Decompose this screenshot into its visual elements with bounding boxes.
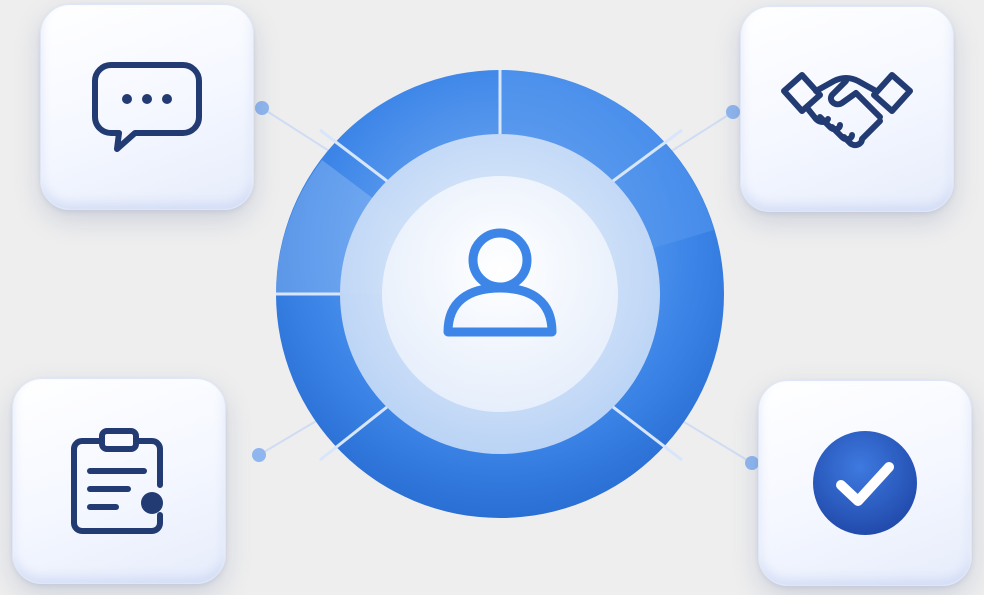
clipboard-document-icon — [71, 428, 163, 534]
chat-bubble-icon — [92, 62, 202, 152]
document-card[interactable] — [12, 378, 226, 584]
check-card[interactable] — [758, 380, 972, 586]
handshake-icon — [781, 72, 913, 149]
check-circle-icon — [813, 431, 917, 535]
connector-dot-bottom-right — [745, 456, 759, 470]
handshake-card[interactable] — [740, 6, 954, 212]
diagram-canvas — [0, 0, 984, 595]
hub-inner-disc — [382, 176, 618, 412]
chat-card[interactable] — [40, 4, 254, 210]
central-hub — [276, 70, 724, 518]
